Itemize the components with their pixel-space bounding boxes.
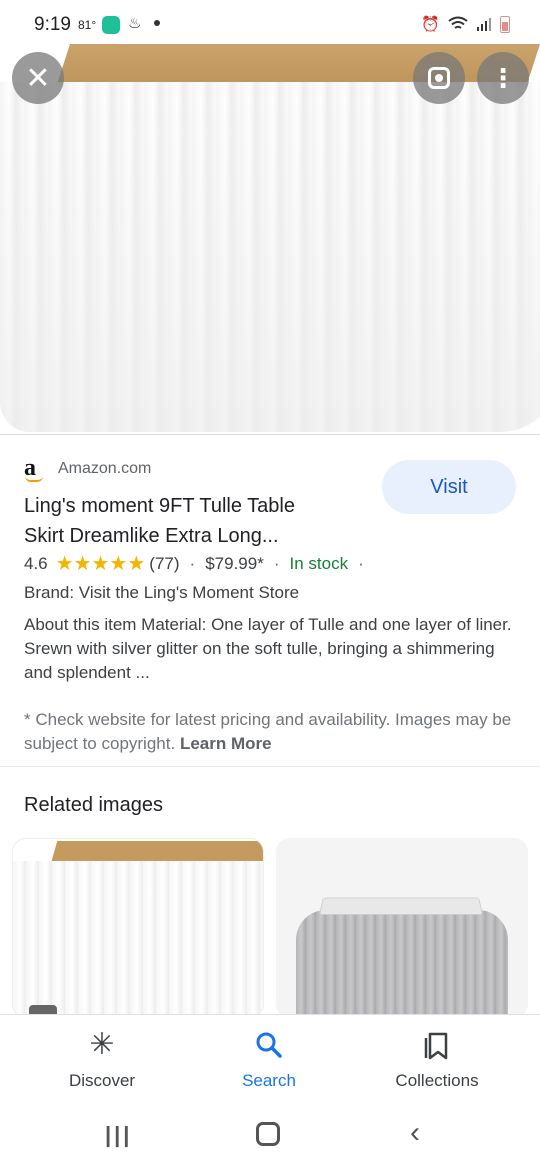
tulle-skirt-graphic xyxy=(13,861,263,1017)
review-count: (77) xyxy=(149,553,180,573)
discover-asterisk-icon: ✳ xyxy=(89,1028,115,1061)
alarm-icon: ⏰ xyxy=(421,16,440,33)
close-button[interactable]: ✕ xyxy=(12,52,64,104)
source-name: Amazon.com xyxy=(58,459,152,477)
product-title-line2: Skirt Dreamlike Extra Long... xyxy=(24,525,279,547)
battery-icon xyxy=(500,15,510,33)
bottom-navigation: ✳ Discover Search Collections xyxy=(0,1014,540,1100)
system-navigation-bar: ||| ‹ xyxy=(0,1100,540,1170)
separator-dot: · xyxy=(273,553,280,573)
more-options-button[interactable]: ⋮ xyxy=(477,52,529,104)
related-image-card[interactable] xyxy=(276,838,528,1018)
related-images-heading: Related images xyxy=(24,794,163,816)
status-temperature: 81° xyxy=(78,18,97,32)
close-icon: ✕ xyxy=(25,61,51,95)
more-vert-icon: ⋮ xyxy=(490,62,516,93)
status-right-icons: ⏰ xyxy=(421,15,510,33)
brand-link[interactable]: Brand: Visit the Ling's Moment Store xyxy=(24,583,299,603)
visit-button[interactable]: Visit xyxy=(382,460,516,514)
product-title-line1: Ling's moment 9FT Tulle Table xyxy=(24,495,295,517)
product-description: About this item Material: One layer of T… xyxy=(24,615,512,682)
price: $79.99* xyxy=(205,553,264,573)
nav-discover-label: Discover xyxy=(68,1071,136,1090)
table-top-graphic xyxy=(318,897,484,915)
nav-collections-label: Collections xyxy=(395,1071,479,1090)
recent-apps-icon[interactable]: ||| xyxy=(105,1122,132,1148)
nav-search[interactable]: Search xyxy=(179,1015,359,1101)
wifi-icon xyxy=(448,16,468,29)
separator-dot: · xyxy=(358,553,364,573)
collections-bookmark-icon xyxy=(424,1032,448,1060)
signal-icon xyxy=(477,18,491,31)
back-icon[interactable]: ‹ xyxy=(410,1116,420,1150)
lens-button[interactable] xyxy=(413,52,465,104)
status-bar: 9:19 81° ♨ ⏰ xyxy=(0,0,540,50)
product-meta-row: 4.6 ★★★★★ (77) · $79.99* · In stock · xyxy=(24,551,374,576)
lens-icon xyxy=(428,67,450,89)
star-rating-icon: ★★★★★ xyxy=(55,553,146,575)
section-divider xyxy=(0,766,540,767)
search-icon xyxy=(256,1032,282,1058)
related-image-card[interactable] xyxy=(12,838,264,1018)
gray-tulle-skirt-graphic xyxy=(296,910,508,1018)
more-notifications-dot-icon xyxy=(154,20,160,26)
nav-search-label: Search xyxy=(242,1071,296,1090)
amazon-logo-icon: a xyxy=(24,455,46,482)
nav-collections[interactable]: Collections xyxy=(347,1015,527,1101)
status-time: 9:19 xyxy=(34,14,71,35)
rating-value: 4.6 xyxy=(24,553,48,573)
stock-status: In stock xyxy=(289,553,349,573)
app-notification-icon xyxy=(102,16,120,34)
source-row[interactable]: a Amazon.com xyxy=(24,455,151,482)
notification-icon: ♨ xyxy=(128,15,142,32)
product-title[interactable]: Ling's moment 9FT Tulle Table Skirt Drea… xyxy=(24,491,354,551)
divider xyxy=(0,434,540,435)
home-icon[interactable] xyxy=(256,1122,280,1146)
skirt-shading xyxy=(0,82,540,432)
separator-dot: · xyxy=(189,553,196,573)
learn-more-link[interactable]: Learn More xyxy=(180,734,272,753)
nav-discover[interactable]: ✳ Discover xyxy=(12,1015,192,1101)
disclaimer: * Check website for latest pricing and a… xyxy=(24,708,519,756)
